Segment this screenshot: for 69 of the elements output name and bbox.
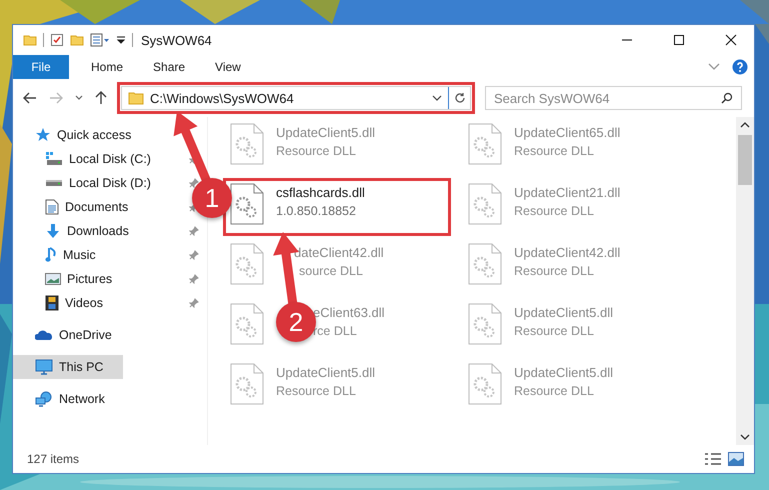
search-field[interactable]: Search SysWOW64 — [485, 86, 742, 110]
cloud-icon — [35, 329, 53, 341]
file-name: eClient63.dll — [313, 305, 385, 320]
nav-item[interactable]: Pictures — [13, 267, 116, 291]
nav-item[interactable]: Documents — [13, 195, 132, 219]
document-icon — [45, 199, 59, 215]
file-detail: Resource DLL — [514, 204, 594, 218]
nav-item[interactable]: Local Disk (C:) — [13, 147, 155, 171]
drive-icon — [45, 179, 63, 187]
nav-item[interactable]: Network — [13, 387, 109, 411]
nav-item[interactable]: Downloads — [13, 219, 133, 243]
network-icon — [35, 391, 53, 407]
recent-caret-icon[interactable] — [75, 95, 83, 101]
file-name: UpdateClient21.dll — [514, 185, 620, 200]
file-name: UpdateClient65.dll — [514, 125, 620, 140]
scroll-up-icon[interactable] — [740, 121, 750, 129]
file-detail: 1.0.850.18852 — [276, 204, 356, 218]
file-detail: Resource DLL — [276, 144, 356, 158]
nav-item[interactable]: Music — [13, 243, 100, 267]
file-detail: source DLL — [299, 264, 363, 278]
address-path: C:\Windows\SysWOW64 — [150, 90, 295, 106]
folder-icon — [128, 91, 144, 105]
nav-item[interactable]: OneDrive — [13, 323, 116, 347]
drive-icon — [45, 151, 63, 167]
properties-icon[interactable] — [90, 33, 110, 47]
scroll-thumb[interactable] — [738, 135, 752, 185]
file-name: UpdateClient5.dll — [276, 125, 376, 140]
file-name: UpdateClient5.dll — [514, 305, 614, 320]
file-detail: Resource DLL — [276, 384, 356, 398]
file-detail: rce DLL — [313, 324, 357, 338]
file-name: UpdateClient5.dll — [514, 365, 614, 380]
star-icon — [35, 127, 51, 143]
ribbon-tab[interactable]: Share — [141, 55, 198, 79]
film-strip-icon — [45, 295, 59, 311]
nav-item[interactable]: Videos — [13, 291, 107, 315]
landscape-image-icon — [45, 273, 61, 285]
ribbon-tab[interactable]: Home — [79, 55, 136, 79]
up-arrow-icon[interactable] — [95, 91, 107, 105]
music-note-icon — [45, 247, 57, 263]
file-name: UpdateClient5.dll — [276, 365, 376, 380]
file-detail: Resource DLL — [514, 264, 594, 278]
ribbon-tab[interactable]: View — [203, 55, 253, 79]
close-icon — [725, 34, 737, 46]
nav-item[interactable]: Local Disk (D:) — [13, 171, 155, 195]
details-view-icon[interactable] — [704, 452, 722, 466]
large-icons-view-icon[interactable] — [728, 452, 744, 466]
download-arrow-icon — [45, 223, 61, 239]
nav-item[interactable]: Quick access — [13, 123, 136, 147]
nav-item[interactable]: This PC — [13, 355, 123, 379]
scroll-down-icon[interactable] — [740, 433, 750, 441]
help-icon[interactable] — [732, 59, 748, 75]
expand-ribbon-icon[interactable] — [708, 63, 720, 71]
file-name: dateClient42.dll — [294, 245, 384, 260]
vertical-scrollbar[interactable] — [736, 117, 754, 445]
file-detail: Resource DLL — [514, 324, 594, 338]
checklist-icon[interactable] — [50, 33, 64, 47]
file-name: UpdateClient42.dll — [514, 245, 620, 260]
file-detail: Resource DLL — [514, 144, 594, 158]
maximize-icon — [673, 34, 685, 46]
file-name: csflashcards.dll — [276, 185, 365, 200]
monitor-icon — [35, 359, 53, 375]
dropdown-caret-icon[interactable] — [432, 95, 442, 101]
window-title: SysWOW64 — [141, 32, 212, 48]
back-arrow-icon[interactable] — [23, 92, 37, 104]
item-count: 127 items — [27, 452, 80, 466]
ribbon-tab[interactable]: File — [13, 55, 69, 79]
search-icon[interactable] — [721, 92, 733, 104]
file-detail: Resource DLL — [514, 384, 594, 398]
refresh-icon — [454, 92, 466, 104]
